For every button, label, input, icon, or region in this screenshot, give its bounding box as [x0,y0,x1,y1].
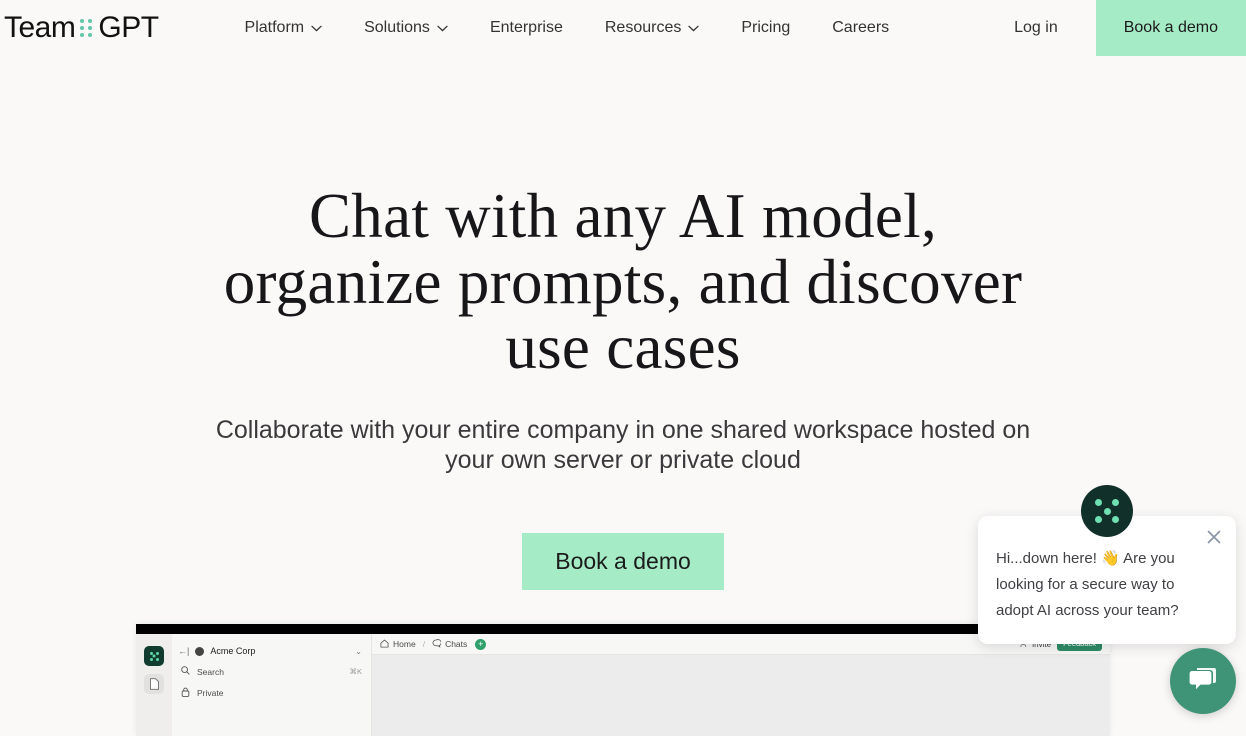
nav-item-enterprise[interactable]: Enterprise [469,0,584,56]
chat-greeting-message: Hi...down here! 👋 Are you looking for a … [996,550,1179,619]
breadcrumb-chats[interactable]: Chats [432,638,468,650]
nav-label: Enterprise [489,19,563,36]
header-actions: Log in Book a demo [976,0,1246,56]
nav-item-careers[interactable]: Careers [811,0,910,56]
main-nav: Platform Solutions Enterprise Resources [224,0,911,56]
workspace-avatar [195,646,205,656]
chevron-down-icon [311,25,322,32]
hero-section: Chat with any AI model, organize prompts… [0,56,1246,591]
chevron-down-icon [437,25,448,32]
search-icon [181,666,190,677]
chat-icon [432,638,442,650]
hero-subtitle: Collaborate with your entire company in … [215,415,1031,475]
workspace-switcher[interactable]: ←| Acme Corp ⌄ [172,641,371,661]
sidebar-label-private: Private [197,688,224,698]
close-icon[interactable] [1203,526,1225,548]
sidebar-item-search[interactable]: Search ⌘K [172,661,371,682]
chat-agent-avatar [1081,485,1133,537]
workspace-name: Acme Corp [210,646,256,656]
chat-bubble-icon [1188,665,1218,698]
home-icon [380,639,389,650]
product-screenshot: ←| Acme Corp ⌄ Search ⌘K Private Home / … [136,624,1110,736]
app-window-titlebar [136,624,1110,634]
logo-dots-icon [80,19,93,37]
app-main-area: Home / Chats + Invite [372,634,1110,736]
nav-label: Pricing [741,19,791,36]
nav-item-pricing[interactable]: Pricing [720,0,811,56]
breadcrumb-chats-label: Chats [445,639,468,649]
nav-item-solutions[interactable]: Solutions [343,0,469,56]
login-link[interactable]: Log in [976,19,1096,37]
app-sidebar: ←| Acme Corp ⌄ Search ⌘K Private [172,634,372,736]
nav-label: Platform [244,19,305,36]
chevron-down-icon[interactable]: ⌄ [355,647,362,656]
chat-launcher-button[interactable] [1170,648,1236,714]
logo-text-team: Team [4,11,76,44]
nav-label: Resources [604,19,682,36]
book-demo-hero-button[interactable]: Book a demo [522,533,724,591]
site-header: Team GPT Platform Solutions Enterprise R… [0,0,1246,56]
landing-page: Team GPT Platform Solutions Enterprise R… [0,0,1246,736]
breadcrumb-home-label: Home [393,639,416,649]
page-title: Chat with any AI model, organize prompts… [223,181,1023,383]
chevron-down-icon [688,25,699,32]
new-chat-plus-icon[interactable]: + [475,638,487,650]
sidebar-item-private[interactable]: Private [172,682,371,704]
app-window-body: ←| Acme Corp ⌄ Search ⌘K Private Home / … [136,634,1110,736]
nav-label: Careers [832,19,890,36]
sidebar-label-search: Search [197,666,224,677]
logo-text-gpt: GPT [98,11,159,44]
collapse-sidebar-icon[interactable]: ←| [178,646,189,656]
teamgpt-dots-icon[interactable] [144,646,164,666]
document-icon[interactable] [144,674,164,694]
logo[interactable]: Team GPT [0,0,159,56]
search-shortcut: ⌘K [349,667,362,676]
lock-icon [181,687,190,699]
nav-item-platform[interactable]: Platform [224,0,344,56]
nav-item-resources[interactable]: Resources [584,0,720,56]
breadcrumb-separator: / [422,639,426,649]
app-icon-rail [136,634,172,736]
nav-label: Solutions [364,19,430,36]
book-demo-header-button[interactable]: Book a demo [1095,0,1246,56]
breadcrumb-home[interactable]: Home [380,639,416,650]
